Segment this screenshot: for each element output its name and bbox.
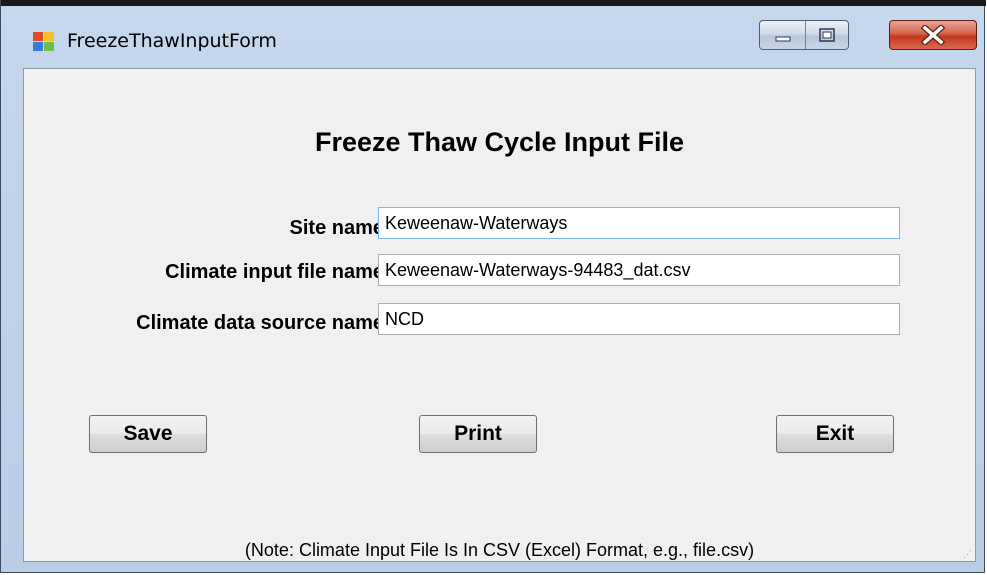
window-title: FreezeThawInputForm xyxy=(67,30,277,52)
close-button[interactable] xyxy=(889,20,977,50)
exit-button[interactable]: Exit xyxy=(776,415,894,453)
save-button[interactable]: Save xyxy=(89,415,207,453)
maximize-icon xyxy=(819,28,835,42)
window-controls xyxy=(759,20,849,50)
title-bar[interactable]: FreezeThawInputForm xyxy=(1,6,984,68)
minimize-button[interactable] xyxy=(760,21,806,49)
resize-grip-icon[interactable]: ⋰ xyxy=(963,549,973,559)
climate-input-file-input[interactable] xyxy=(378,254,900,286)
form-heading: Freeze Thaw Cycle Input File xyxy=(314,127,685,157)
print-button[interactable]: Print xyxy=(419,415,537,453)
site-name-label: Site name xyxy=(289,217,384,239)
site-name-input[interactable] xyxy=(378,207,900,239)
format-note: (Note: Climate Input File Is In CSV (Exc… xyxy=(244,540,755,560)
form-client-area: Freeze Thaw Cycle Input File Site name C… xyxy=(23,68,976,562)
minimize-icon xyxy=(775,36,790,42)
climate-input-file-label: Climate input file name xyxy=(165,261,384,283)
form-app-icon[interactable] xyxy=(33,32,55,52)
climate-data-source-input[interactable] xyxy=(378,303,900,335)
app-window: FreezeThawInputForm Freeze Thaw Cycle In… xyxy=(0,0,986,573)
close-icon xyxy=(920,25,946,45)
maximize-button[interactable] xyxy=(806,21,848,49)
climate-data-source-label: Climate data source name xyxy=(136,312,384,334)
